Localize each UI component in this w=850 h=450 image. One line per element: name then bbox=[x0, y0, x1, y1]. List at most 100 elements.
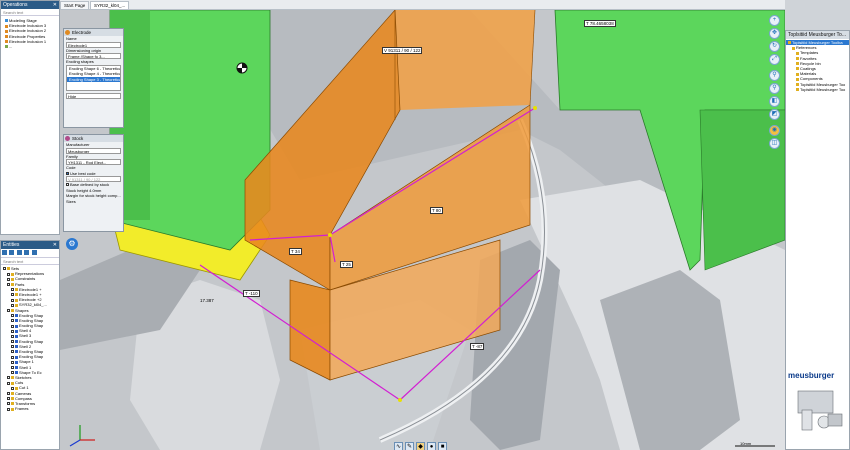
zoom-in-icon[interactable]: + bbox=[769, 15, 780, 26]
visibility-checkbox[interactable] bbox=[7, 381, 10, 385]
shape-icon bbox=[15, 355, 18, 359]
visibility-checkbox[interactable] bbox=[11, 293, 14, 297]
visibility-checkbox[interactable] bbox=[11, 319, 14, 323]
expand-icon[interactable] bbox=[16, 250, 22, 256]
folder-icon bbox=[796, 51, 799, 55]
tab-document[interactable]: SYR32_kl04_... bbox=[90, 1, 130, 9]
visibility-checkbox[interactable] bbox=[7, 308, 10, 312]
toolbox-item-label: Toplsitiid Meusburger Too bbox=[800, 86, 846, 92]
visibility-checkbox[interactable] bbox=[7, 283, 10, 286]
shape-icon[interactable]: ◆ bbox=[416, 442, 425, 450]
close-icon[interactable]: ✕ bbox=[53, 1, 57, 9]
close-icon[interactable]: ✕ bbox=[53, 241, 57, 249]
visibility-checkbox[interactable] bbox=[7, 376, 10, 380]
dim-label-t110[interactable]: T -110 bbox=[243, 290, 260, 297]
visibility-checkbox[interactable] bbox=[11, 360, 14, 364]
entities-search-input[interactable]: Search text bbox=[1, 258, 59, 265]
tab-start-page[interactable]: Start Page bbox=[60, 1, 90, 9]
entities-title: Entities ✕ bbox=[1, 241, 59, 249]
stock-dialog-title: Stock bbox=[64, 135, 123, 142]
visibility-checkbox[interactable] bbox=[11, 340, 14, 344]
visibility-checkbox[interactable] bbox=[7, 391, 10, 395]
folder-icon bbox=[796, 67, 799, 71]
visibility-checkbox[interactable] bbox=[11, 355, 14, 359]
collapse-icon[interactable] bbox=[24, 250, 30, 256]
folder-icon bbox=[11, 283, 14, 286]
visibility-checkbox[interactable] bbox=[7, 402, 10, 406]
dim-label-t34[interactable]: T 34 bbox=[289, 248, 302, 255]
visibility-checkbox[interactable] bbox=[11, 386, 14, 390]
folder-icon bbox=[796, 88, 799, 92]
visibility-checkbox[interactable] bbox=[7, 397, 10, 401]
entities-list: Sets Representations Constraints Parts Elect… bbox=[1, 265, 59, 411]
dim-label-t87[interactable]: T -87 bbox=[470, 343, 485, 350]
visibility-checkbox[interactable] bbox=[7, 277, 10, 281]
visibility-checkbox[interactable] bbox=[7, 272, 10, 276]
view-front-icon[interactable]: ◧ bbox=[769, 96, 780, 107]
visibility-checkbox[interactable] bbox=[11, 329, 14, 333]
scale-label: 10mm bbox=[740, 441, 752, 446]
pen-icon[interactable]: ✎ bbox=[405, 442, 414, 450]
hide-button[interactable]: Hide bbox=[66, 92, 121, 99]
gear-icon[interactable]: ⚙ bbox=[66, 238, 78, 250]
dim-label-t80[interactable]: T 80 bbox=[430, 207, 443, 214]
sphere-icon[interactable]: ● bbox=[427, 442, 436, 450]
stage-icon bbox=[5, 19, 8, 23]
render-icon[interactable]: ◉ bbox=[769, 125, 780, 136]
zoom-icon[interactable]: ⚲ bbox=[769, 70, 780, 81]
visibility-checkbox[interactable] bbox=[11, 303, 14, 307]
entities-panel: Entities ✕ Search text Sets Representatio… bbox=[0, 240, 60, 450]
pan-icon[interactable]: ✥ bbox=[769, 28, 780, 39]
zoom-window-icon[interactable]: ⚲ bbox=[769, 83, 780, 94]
dim-point bbox=[533, 106, 537, 110]
more-icon bbox=[5, 45, 8, 49]
folder-icon bbox=[792, 46, 795, 50]
section-icon[interactable]: ◫ bbox=[769, 138, 780, 149]
dim-label-code[interactable]: V 91311 / 90 / 122 bbox=[382, 47, 423, 54]
filter-icon[interactable] bbox=[2, 250, 7, 256]
shape-icon bbox=[15, 350, 18, 354]
stock-dialog: Stock Manufacturer Meusburger Family YH1… bbox=[63, 134, 124, 232]
orange-electrode-top bbox=[395, 10, 535, 110]
folder-icon bbox=[796, 82, 799, 86]
electrode-icon bbox=[5, 24, 8, 28]
folder-icon bbox=[796, 57, 799, 60]
eroding-item-selected[interactable]: Eroding Shape 3 - Theoretical bbox=[67, 76, 120, 82]
dim-label-t25[interactable]: T 25 bbox=[340, 261, 353, 268]
view-icon[interactable] bbox=[9, 250, 15, 256]
curve-icon[interactable]: ∿ bbox=[394, 442, 403, 450]
visibility-checkbox[interactable] bbox=[11, 288, 14, 292]
dim-label-t78[interactable]: T 78.4658038 bbox=[584, 20, 616, 27]
margin-label: Margin for stock height comp... bbox=[66, 193, 121, 198]
folder-icon bbox=[796, 77, 799, 81]
preview-part bbox=[827, 413, 843, 427]
visibility-checkbox[interactable] bbox=[11, 366, 14, 369]
toolbox-title-text: Toplsitiid Meusburger To... bbox=[788, 32, 846, 38]
visibility-checkbox[interactable] bbox=[7, 407, 10, 411]
visibility-checkbox[interactable] bbox=[3, 267, 6, 271]
base-defined-checkbox[interactable] bbox=[66, 183, 69, 187]
visibility-checkbox[interactable] bbox=[11, 345, 14, 349]
entities-toolbar bbox=[1, 249, 59, 258]
folder-icon bbox=[11, 308, 14, 312]
sizes-label: Sizes bbox=[66, 198, 76, 204]
visibility-checkbox[interactable] bbox=[11, 298, 14, 302]
visibility-checkbox[interactable] bbox=[11, 324, 14, 328]
use-best-code-checkbox[interactable] bbox=[66, 171, 69, 175]
eroding-item[interactable]: Eroding Shape 4 - Theoretical bbox=[67, 71, 120, 77]
3d-viewport[interactable]: V 91311 / 90 / 122 T 78.4658038 T 80 T 3… bbox=[60, 10, 785, 450]
visibility-checkbox[interactable] bbox=[11, 334, 14, 338]
view-iso-icon[interactable]: ◩ bbox=[769, 109, 780, 120]
visibility-checkbox[interactable] bbox=[11, 371, 14, 375]
toolbox-item[interactable]: Toplsitiid Meusburger Too bbox=[786, 87, 849, 92]
visibility-checkbox[interactable] bbox=[11, 314, 14, 318]
dim-point bbox=[398, 398, 402, 402]
settings-icon[interactable] bbox=[31, 250, 37, 256]
visibility-checkbox[interactable] bbox=[11, 350, 14, 354]
operations-search-input[interactable]: Search text bbox=[1, 9, 59, 16]
tree-item[interactable]: Frames bbox=[1, 406, 59, 411]
rotate-icon[interactable]: ↻ bbox=[769, 41, 780, 52]
fit-icon[interactable]: ⤢ bbox=[769, 54, 780, 65]
cube-icon[interactable]: ■ bbox=[438, 442, 447, 450]
list-item[interactable]: ... bbox=[5, 44, 59, 49]
